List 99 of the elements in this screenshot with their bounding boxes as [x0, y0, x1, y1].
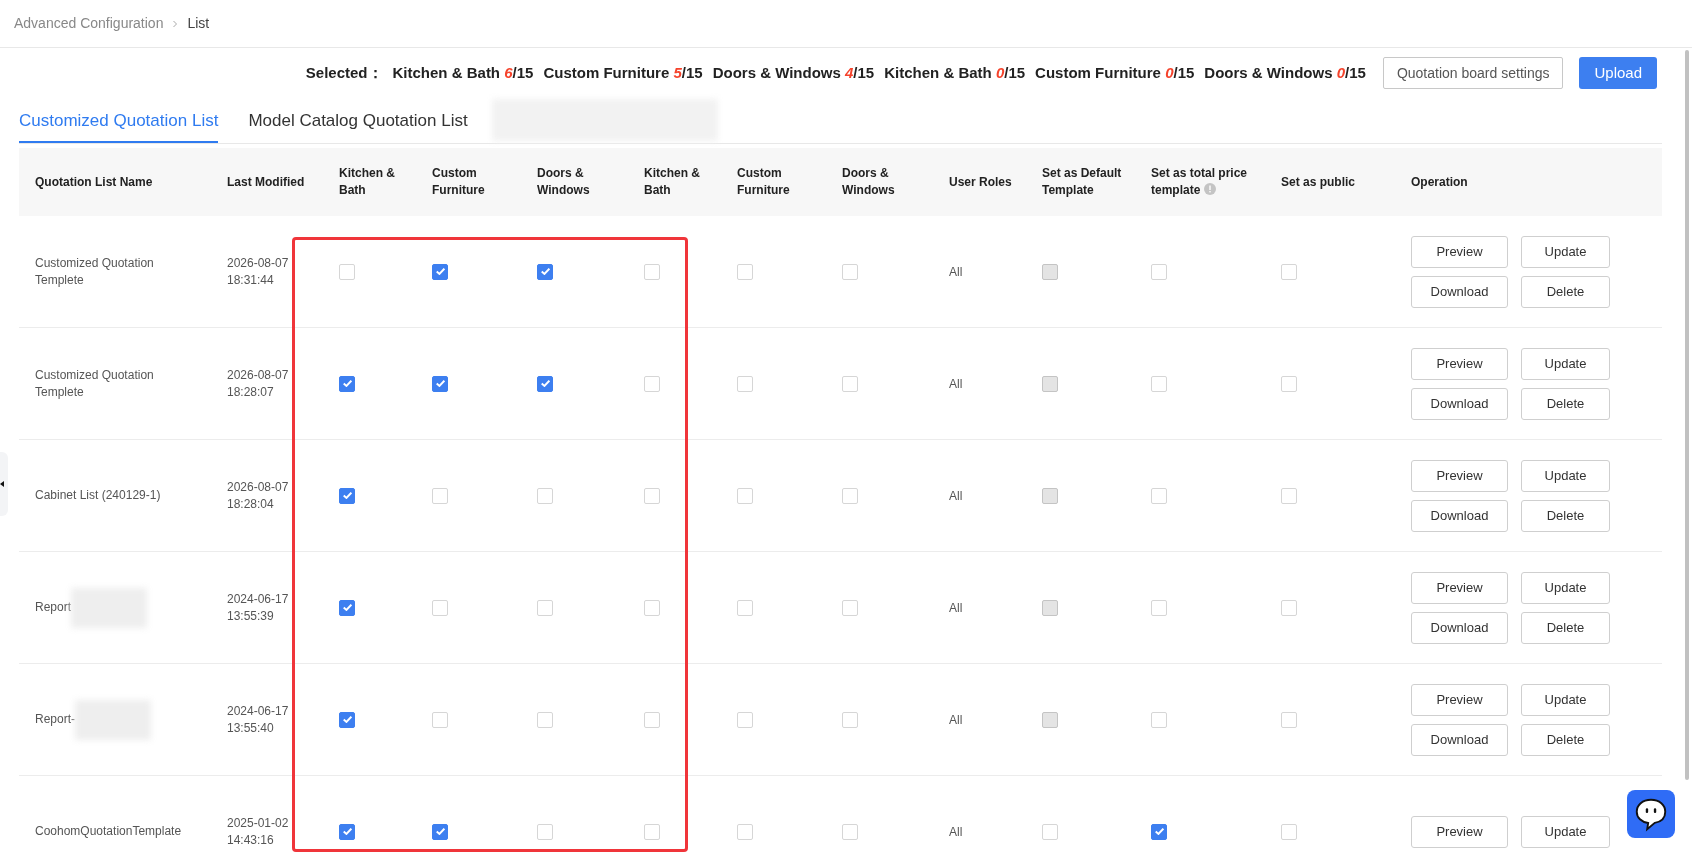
- user-roles: All: [949, 824, 963, 839]
- template-name: Report: [35, 599, 72, 616]
- caret-left-icon: [0, 481, 4, 487]
- action-button[interactable]: Preview: [1411, 815, 1508, 848]
- check-icon: [435, 268, 445, 275]
- scrollbar[interactable]: [1685, 50, 1689, 780]
- checkbox[interactable]: [1151, 823, 1167, 840]
- selected-count: Doors & Windows 4/15: [712, 62, 875, 83]
- action-button[interactable]: Update: [1521, 235, 1610, 268]
- checkbox[interactable]: [432, 263, 448, 280]
- check-icon: [540, 380, 550, 387]
- action-button[interactable]: Delete: [1521, 723, 1610, 756]
- modified-time: 13:55:39: [227, 607, 275, 625]
- action-button[interactable]: Download: [1411, 611, 1508, 644]
- checkbox[interactable]: [432, 823, 448, 840]
- column-header: Doors & Windows: [537, 166, 590, 197]
- checkbox[interactable]: [537, 263, 553, 280]
- column-header: Set as total price template: [1151, 166, 1248, 197]
- modified-time: 14:43:16: [227, 831, 275, 849]
- action-button[interactable]: Preview: [1411, 459, 1508, 492]
- selected-count: Kitchen & Bath 0/15: [884, 62, 1026, 83]
- action-button[interactable]: Preview: [1411, 347, 1508, 380]
- check-icon: [342, 380, 352, 387]
- action-button[interactable]: Preview: [1411, 683, 1508, 716]
- selected-label: Selected：: [305, 62, 383, 83]
- template-name: Customized Quotation Templete: [35, 366, 155, 401]
- modified-time: 18:28:04: [227, 495, 275, 513]
- check-icon: [342, 604, 352, 611]
- user-roles: All: [949, 376, 963, 391]
- modified-time: 18:28:07: [227, 383, 275, 401]
- modified-date: 2025-01-02: [227, 814, 290, 832]
- action-button[interactable]: Preview: [1411, 235, 1508, 268]
- checkbox[interactable]: [339, 711, 355, 728]
- action-button[interactable]: Download: [1411, 723, 1508, 756]
- check-icon: [540, 268, 550, 275]
- column-header: Custom Furniture: [432, 166, 485, 197]
- column-header: Last Modified: [227, 174, 305, 189]
- action-button[interactable]: Delete: [1521, 611, 1610, 644]
- action-button[interactable]: Update: [1521, 815, 1610, 848]
- modified-time: 18:31:44: [227, 271, 275, 289]
- template-name: CoohomQuotationTemplate: [35, 823, 182, 840]
- column-header: Set as Default Template: [1042, 166, 1122, 197]
- checkbox[interactable]: [339, 375, 355, 392]
- template-name: Cabinet List (240129-1): [35, 487, 161, 504]
- action-button[interactable]: Download: [1411, 387, 1508, 420]
- chevron-right-icon: [171, 19, 180, 28]
- user-roles: All: [949, 712, 963, 727]
- action-button[interactable]: Delete: [1521, 275, 1610, 308]
- column-header: Kitchen & Bath: [644, 166, 700, 197]
- checkbox[interactable]: [339, 487, 355, 504]
- action-button[interactable]: Delete: [1521, 387, 1610, 420]
- settings-button[interactable]: Quotation board settings: [1382, 57, 1564, 89]
- selected-count: Custom Furniture 0/15: [1035, 62, 1195, 83]
- breadcrumb-item[interactable]: Advanced Configuration: [14, 13, 164, 34]
- modified-date: 2026-08-07: [227, 366, 290, 384]
- selected-count: Doors & Windows 0/15: [1204, 62, 1366, 83]
- breadcrumb-item: List: [187, 14, 210, 33]
- modified-date: 2026-08-07: [227, 478, 290, 496]
- action-button[interactable]: Download: [1411, 499, 1508, 532]
- check-icon: [342, 716, 352, 723]
- checkbox[interactable]: [432, 375, 448, 392]
- check-icon: [342, 492, 352, 499]
- check-icon: [435, 380, 445, 387]
- column-header: User Roles: [949, 174, 1012, 189]
- column-header: Quotation List Name: [35, 175, 153, 189]
- check-icon: [1154, 828, 1164, 835]
- action-button[interactable]: Update: [1521, 459, 1610, 492]
- collapse-handle[interactable]: [0, 452, 8, 516]
- upload-button[interactable]: Upload: [1579, 57, 1657, 89]
- template-name: Report-: [35, 711, 75, 728]
- checkbox[interactable]: [339, 599, 355, 616]
- column-header: Operation: [1411, 174, 1468, 189]
- column-header: Kitchen & Bath: [339, 166, 395, 197]
- chat-button[interactable]: [1627, 790, 1675, 838]
- action-button[interactable]: Delete: [1521, 499, 1610, 532]
- modified-date: 2024-06-17: [227, 702, 290, 720]
- checkbox[interactable]: [537, 375, 553, 392]
- action-button[interactable]: Preview: [1411, 571, 1508, 604]
- user-roles: All: [949, 264, 963, 279]
- user-roles: All: [949, 600, 963, 615]
- user-roles: All: [949, 488, 963, 503]
- check-icon: [342, 828, 352, 835]
- action-button[interactable]: Update: [1521, 571, 1610, 604]
- action-button[interactable]: Download: [1411, 275, 1508, 308]
- modified-date: 2024-06-17: [227, 590, 290, 608]
- selected-count: Kitchen & Bath 6/15: [392, 62, 534, 83]
- action-button[interactable]: Update: [1521, 347, 1610, 380]
- tab[interactable]: Customized Quotation List: [19, 107, 219, 143]
- tab[interactable]: Model Catalog Quotation List: [248, 107, 468, 143]
- selected-count: Custom Furniture 5/15: [543, 62, 703, 83]
- template-name: Customized Quotation Templete: [35, 254, 155, 289]
- action-button[interactable]: Update: [1521, 683, 1610, 716]
- checkbox[interactable]: [339, 823, 355, 840]
- column-header: Set as public: [1281, 174, 1356, 189]
- check-icon: [435, 828, 445, 835]
- column-header: Doors & Windows: [842, 166, 895, 197]
- column-header: Custom Furniture: [737, 166, 790, 197]
- modified-date: 2026-08-07: [227, 254, 290, 272]
- modified-time: 13:55:40: [227, 719, 275, 737]
